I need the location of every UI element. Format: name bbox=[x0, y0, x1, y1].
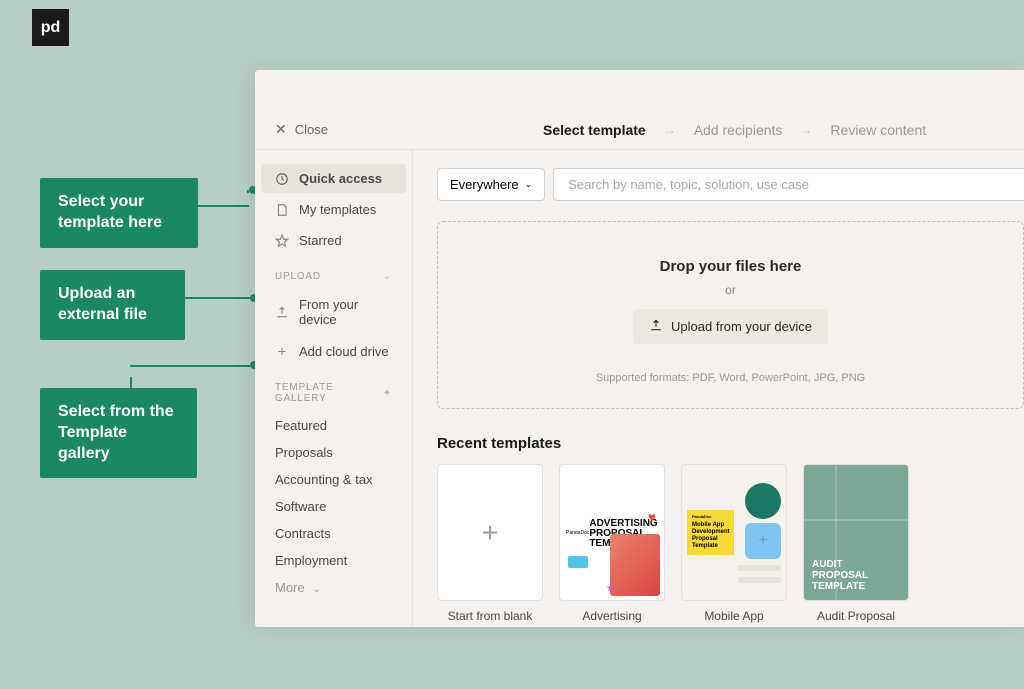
template-thumbnail: AUDIT PROPOSAL TEMPLATE bbox=[803, 464, 909, 601]
plus-icon: + bbox=[275, 343, 289, 359]
breadcrumb: Select template → Add recipients → Revie… bbox=[543, 122, 926, 138]
dropzone-or: or bbox=[458, 283, 1003, 297]
close-icon: ✕ bbox=[275, 121, 287, 138]
upload-icon bbox=[275, 305, 289, 319]
decorative-bar bbox=[738, 565, 781, 571]
template-thumb-panel: + bbox=[738, 483, 781, 583]
chevron-right-icon: → bbox=[800, 123, 812, 137]
connector-line bbox=[130, 377, 132, 389]
template-label: Start from blank bbox=[437, 609, 543, 625]
callout-select-template: Select your template here bbox=[40, 178, 198, 248]
template-thumbnail: PandaDoc ADVERTISING PROPOSAL TEMPLATE ♥… bbox=[559, 464, 665, 601]
search-row: Everywhere ⌄ bbox=[437, 168, 1024, 201]
template-row: + Start from blank PandaDoc ADVERTISING … bbox=[437, 464, 1024, 627]
template-thumb-title: AUDIT PROPOSAL TEMPLATE bbox=[812, 559, 900, 592]
connector-line bbox=[197, 205, 249, 207]
main-layout: Quick access My templates Starred UPLOAD… bbox=[255, 150, 1024, 627]
supported-formats: Supported formats: PDF, Word, PowerPoint… bbox=[458, 372, 1003, 384]
sidebar-item-label: Add cloud drive bbox=[299, 344, 389, 359]
sidebar-category-accounting[interactable]: Accounting & tax bbox=[255, 466, 412, 493]
sidebar-category-proposals[interactable]: Proposals bbox=[255, 439, 412, 466]
search-input[interactable] bbox=[553, 168, 1024, 201]
template-thumb-title: Mobile App Development Proposal Template bbox=[692, 522, 729, 551]
sparkle-icon: ✦ bbox=[383, 388, 392, 399]
upload-button-label: Upload from your device bbox=[671, 319, 812, 334]
plus-tile-icon: + bbox=[745, 523, 781, 559]
sidebar: Quick access My templates Starred UPLOAD… bbox=[255, 150, 413, 627]
scope-label: Everywhere bbox=[450, 177, 519, 192]
decorative-bar bbox=[738, 577, 781, 583]
callout-upload-file: Upload an external file bbox=[40, 270, 185, 340]
breadcrumb-step-add-recipients[interactable]: Add recipients bbox=[694, 122, 783, 138]
topbar: ✕ Close Select template → Add recipients… bbox=[255, 110, 1024, 150]
content-area: Everywhere ⌄ Drop your files here or Upl… bbox=[413, 150, 1024, 627]
clock-icon bbox=[275, 172, 289, 186]
sidebar-item-add-cloud[interactable]: + Add cloud drive bbox=[261, 336, 406, 366]
document-icon bbox=[275, 203, 289, 217]
sidebar-item-my-templates[interactable]: My templates bbox=[261, 195, 406, 224]
sidebar-category-employment[interactable]: Employment bbox=[255, 547, 412, 574]
sidebar-header-gallery: TEMPLATE GALLERY ✦ bbox=[255, 368, 412, 412]
upload-icon bbox=[649, 318, 663, 335]
close-label: Close bbox=[295, 122, 328, 137]
sidebar-category-software[interactable]: Software bbox=[255, 493, 412, 520]
template-card-advertising[interactable]: PandaDoc ADVERTISING PROPOSAL TEMPLATE ♥… bbox=[559, 464, 665, 627]
template-label: Audit Proposal bbox=[803, 609, 909, 625]
template-thumbnail: + bbox=[437, 464, 543, 601]
template-card-audit[interactable]: AUDIT PROPOSAL TEMPLATE Audit Proposal bbox=[803, 464, 909, 627]
star-icon bbox=[275, 234, 289, 248]
sidebar-item-label: From your device bbox=[299, 297, 392, 327]
search-scope-select[interactable]: Everywhere ⌄ bbox=[437, 168, 545, 201]
connector-line bbox=[184, 297, 250, 299]
template-label: Mobile App Development Propos... bbox=[681, 609, 787, 627]
star-icon: ★ bbox=[606, 583, 615, 594]
chevron-down-icon: ⌄ bbox=[525, 179, 533, 190]
chevron-down-icon[interactable]: ⌄ bbox=[383, 271, 392, 282]
template-label: Advertising Proposal bbox=[559, 609, 665, 627]
breadcrumb-step-review-content[interactable]: Review content bbox=[830, 122, 926, 138]
breadcrumb-step-select-template[interactable]: Select template bbox=[543, 122, 646, 138]
sidebar-category-contracts[interactable]: Contracts bbox=[255, 520, 412, 547]
decorative-shape bbox=[568, 556, 588, 568]
dropzone-title: Drop your files here bbox=[458, 258, 1003, 275]
heart-icon: ♥ bbox=[648, 509, 656, 525]
sidebar-item-label: Quick access bbox=[299, 171, 382, 186]
sidebar-category-featured[interactable]: Featured bbox=[255, 412, 412, 439]
upload-from-device-button[interactable]: Upload from your device bbox=[633, 309, 828, 344]
logo-badge: pd bbox=[32, 9, 69, 46]
app-window: ✕ Close Select template → Add recipients… bbox=[255, 70, 1024, 627]
recent-templates-heading: Recent templates bbox=[437, 435, 1024, 452]
sidebar-header-upload: UPLOAD ⌄ bbox=[255, 257, 412, 290]
callout-template-gallery: Select from the Template gallery bbox=[40, 388, 197, 478]
sidebar-item-from-device[interactable]: From your device bbox=[261, 290, 406, 334]
chevron-right-icon: → bbox=[664, 123, 676, 137]
template-card-mobile-app[interactable]: PandaDoc Mobile App Development Proposal… bbox=[681, 464, 787, 627]
close-button[interactable]: ✕ Close bbox=[275, 121, 328, 138]
dropzone[interactable]: Drop your files here or Upload from your… bbox=[437, 221, 1024, 409]
chevron-down-icon: ⌄ bbox=[312, 584, 320, 595]
template-thumb-panel: PandaDoc Mobile App Development Proposal… bbox=[687, 510, 734, 556]
template-card-blank[interactable]: + Start from blank bbox=[437, 464, 543, 627]
template-brand: PandaDoc bbox=[566, 530, 589, 536]
template-thumbnail: PandaDoc Mobile App Development Proposal… bbox=[681, 464, 787, 601]
sidebar-item-label: My templates bbox=[299, 202, 376, 217]
sidebar-item-quick-access[interactable]: Quick access bbox=[261, 164, 406, 193]
sidebar-more[interactable]: More ⌄ bbox=[255, 574, 412, 601]
decorative-circle bbox=[745, 483, 781, 519]
decorative-image bbox=[610, 534, 660, 596]
connector-line bbox=[130, 365, 250, 367]
plus-icon: + bbox=[482, 517, 498, 549]
sidebar-item-label: Starred bbox=[299, 233, 342, 248]
sidebar-item-starred[interactable]: Starred bbox=[261, 226, 406, 255]
